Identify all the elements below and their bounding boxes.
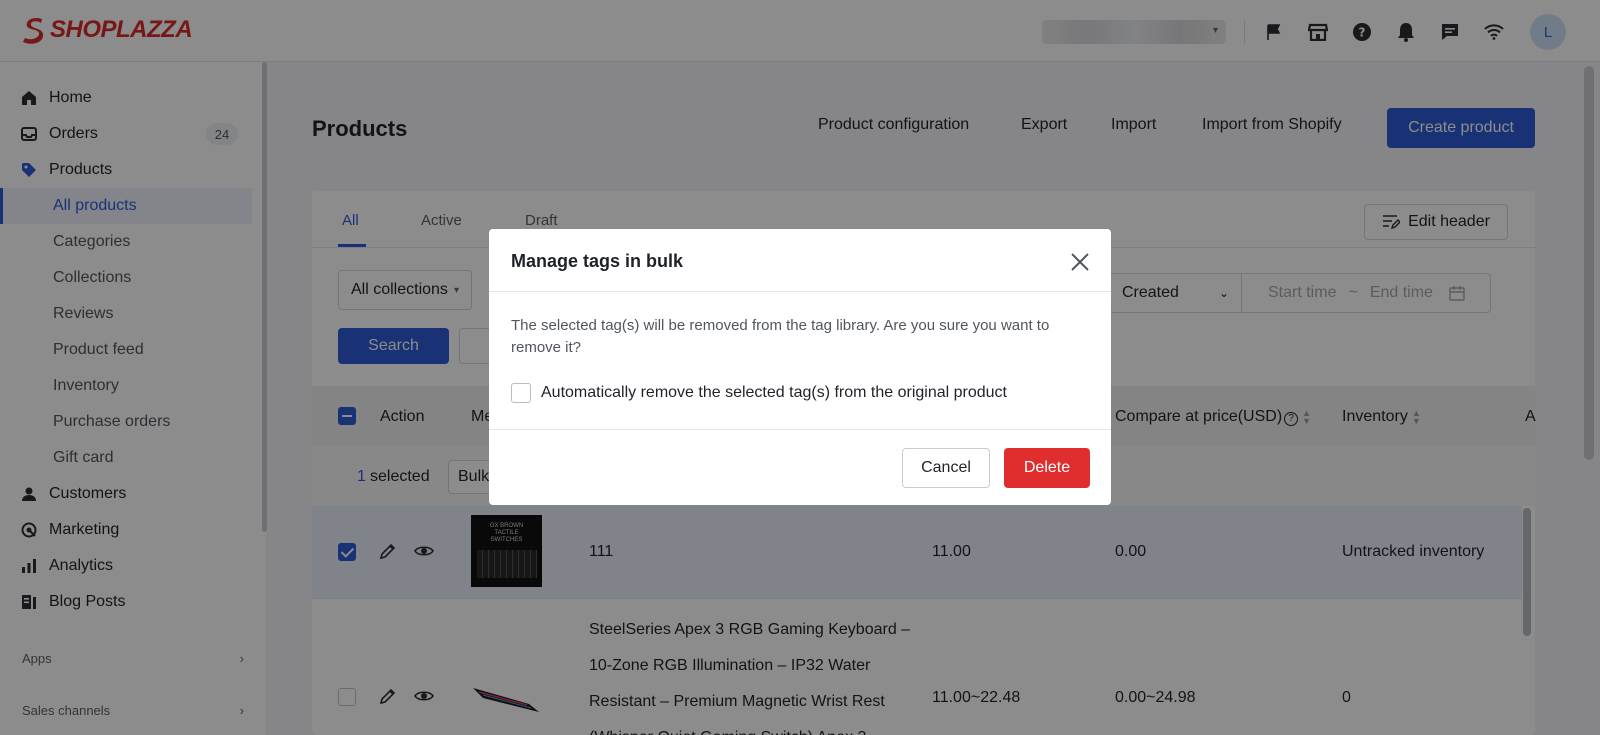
dialog-footer-divider <box>489 429 1111 430</box>
cancel-button[interactable]: Cancel <box>902 448 990 488</box>
close-icon[interactable] <box>1069 251 1091 273</box>
manage-tags-dialog: Manage tags in bulk The selected tag(s) … <box>489 229 1111 505</box>
dialog-header-divider <box>489 291 1111 292</box>
dialog-message: The selected tag(s) will be removed from… <box>511 317 1050 356</box>
dialog-title: Manage tags in bulk <box>511 251 684 271</box>
auto-remove-checkbox[interactable]: Automatically remove the selected tag(s)… <box>511 383 1007 403</box>
checkbox-label: Automatically remove the selected tag(s)… <box>541 384 1007 401</box>
checkbox-box[interactable] <box>511 383 531 403</box>
delete-button[interactable]: Delete <box>1004 448 1090 488</box>
